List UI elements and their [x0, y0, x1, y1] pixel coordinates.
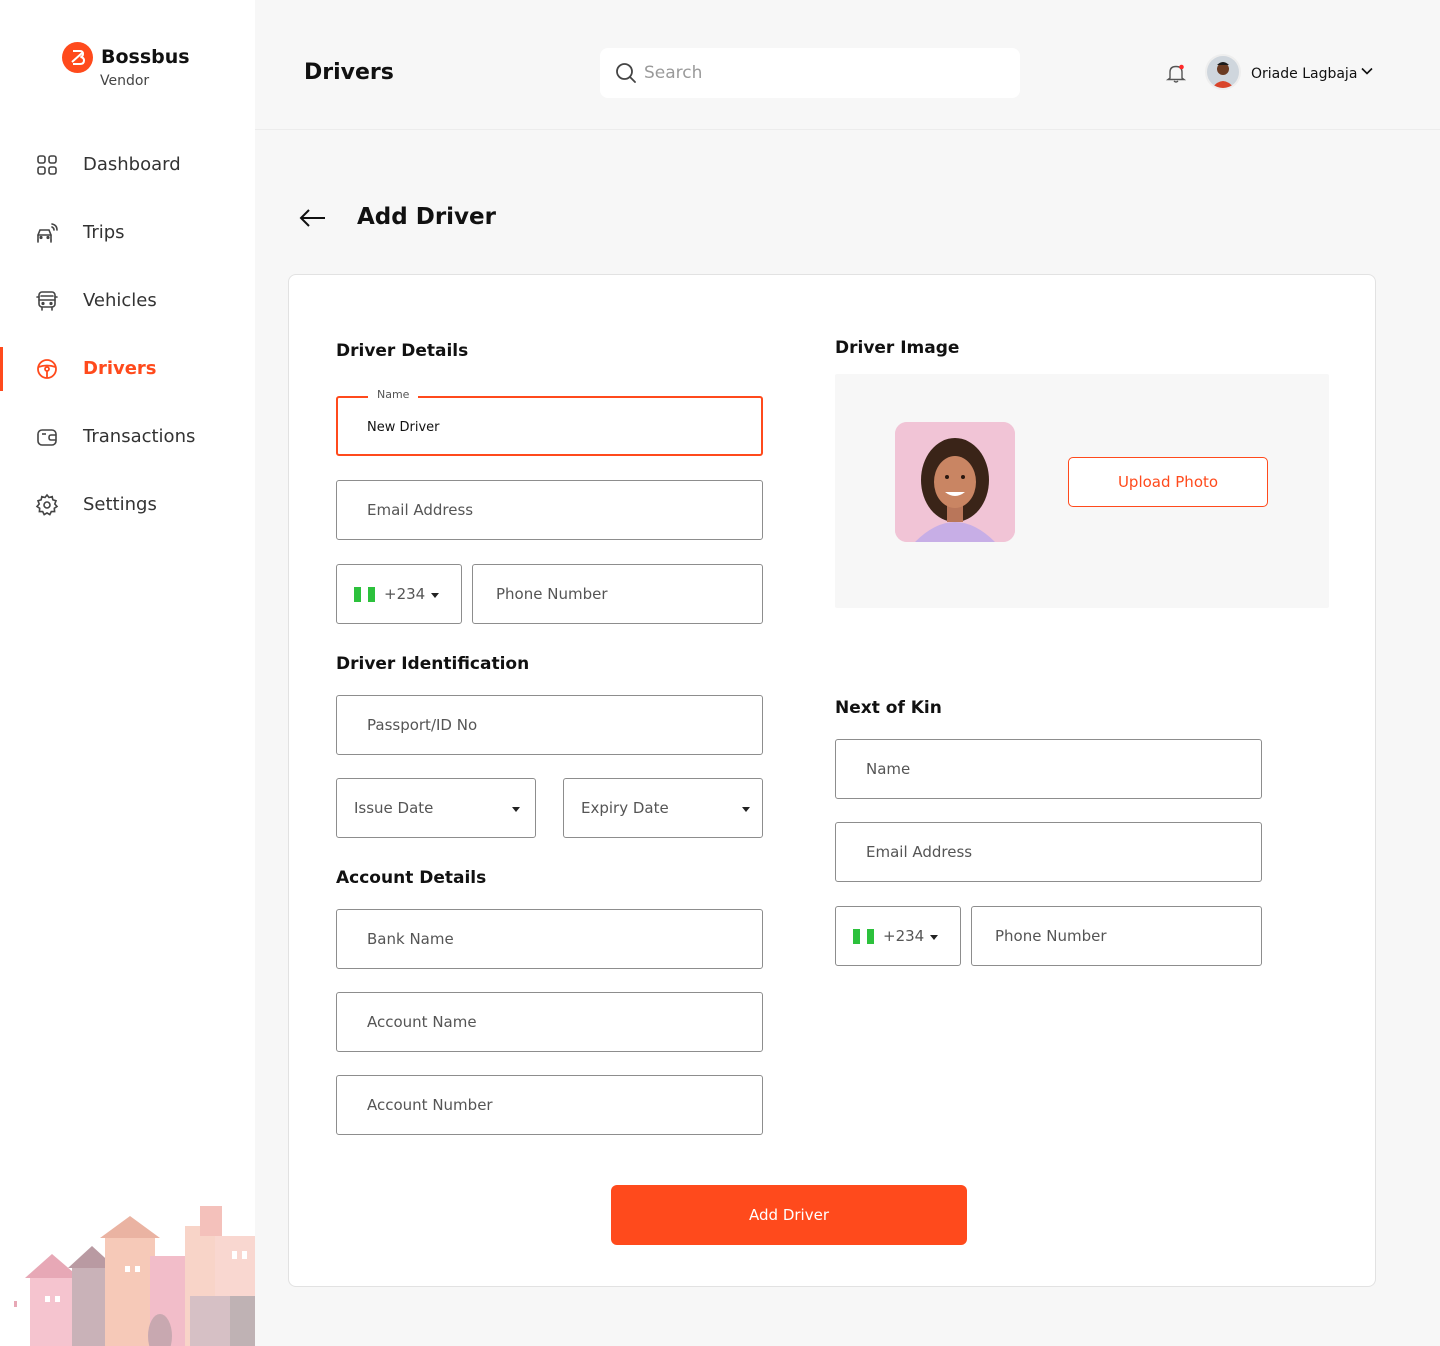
back-arrow-icon[interactable]: [298, 206, 328, 230]
driver-email-field[interactable]: [336, 480, 763, 540]
city-illustration: [14, 1206, 255, 1346]
bossbus-logo-icon: [62, 42, 93, 73]
sidebar-item-dashboard[interactable]: Dashboard: [0, 141, 255, 189]
issue-date-select[interactable]: Issue Date: [336, 778, 536, 838]
driver-phone-input[interactable]: [496, 565, 745, 623]
sidebar-item-label: Drivers: [83, 358, 157, 379]
driver-name-input[interactable]: [367, 408, 750, 446]
driver-image-title: Driver Image: [835, 338, 960, 358]
country-code-text: +234: [883, 927, 925, 945]
sidebar-item-transactions[interactable]: Transactions: [0, 413, 255, 461]
next-of-kin-title: Next of Kin: [835, 698, 942, 718]
kin-email-input[interactable]: [866, 823, 1251, 881]
bank-name-input[interactable]: [367, 910, 752, 968]
account-name-input[interactable]: [367, 993, 752, 1051]
driver-details-title: Driver Details: [336, 341, 469, 361]
caret-down-icon: [742, 807, 750, 812]
account-details-title: Account Details: [336, 868, 487, 888]
caret-down-icon: [431, 593, 439, 598]
expiry-date-text: Expiry Date: [581, 799, 669, 817]
add-driver-form: Driver Details Name +234 Driver Identifi…: [288, 274, 1376, 1287]
page-title: Drivers: [304, 60, 394, 85]
search-icon: [616, 63, 636, 83]
country-code-text: +234: [384, 585, 426, 603]
driver-name-field[interactable]: Name: [336, 388, 763, 456]
upload-photo-button[interactable]: Upload Photo: [1068, 457, 1268, 507]
passport-field[interactable]: [336, 695, 763, 755]
account-number-field[interactable]: [336, 1075, 763, 1135]
kin-phone-input[interactable]: [995, 907, 1244, 965]
kin-name-input[interactable]: [866, 740, 1251, 798]
sidebar-item-label: Vehicles: [83, 290, 157, 311]
sidebar-item-vehicles[interactable]: Vehicles: [0, 277, 255, 325]
kin-email-field[interactable]: [835, 822, 1262, 882]
account-name-field[interactable]: [336, 992, 763, 1052]
brand-subtitle: Vendor: [100, 73, 150, 89]
add-driver-heading: Add Driver: [357, 204, 496, 230]
brand-name: Bossbus: [101, 46, 190, 68]
driver-photo: [895, 422, 1015, 542]
driver-country-code-select[interactable]: +234: [336, 564, 462, 624]
driver-email-input[interactable]: [367, 481, 752, 539]
search-bar[interactable]: [600, 48, 1020, 98]
steering-wheel-icon: [37, 359, 57, 379]
search-input[interactable]: [644, 56, 1004, 90]
sidebar-item-label: Settings: [83, 494, 157, 515]
sidebar-item-label: Dashboard: [83, 154, 181, 175]
top-header: Drivers Oriade Lagbaja: [255, 0, 1440, 130]
issue-date-text: Issue Date: [354, 799, 434, 817]
name-floating-label: Name: [368, 388, 419, 401]
user-name[interactable]: Oriade Lagbaja: [1251, 66, 1357, 82]
kin-phone-field[interactable]: [971, 906, 1262, 966]
kin-name-field[interactable]: [835, 739, 1262, 799]
passport-input[interactable]: [367, 696, 752, 754]
sidebar: Bossbus Vendor Dashboard Trips Vehicles …: [0, 0, 255, 1346]
nigeria-flag-icon: [354, 587, 376, 602]
caret-down-icon: [512, 807, 520, 812]
driver-phone-field[interactable]: [472, 564, 763, 624]
sidebar-item-trips[interactable]: Trips: [0, 209, 255, 257]
gear-icon: [35, 493, 59, 516]
driver-image-panel: Upload Photo: [835, 374, 1329, 608]
kin-country-code-select[interactable]: +234: [835, 906, 961, 966]
user-avatar[interactable]: [1205, 54, 1241, 90]
sidebar-item-label: Transactions: [83, 426, 196, 447]
chevron-down-icon[interactable]: [1360, 64, 1374, 78]
sidebar-item-settings[interactable]: Settings: [0, 481, 255, 529]
bus-icon: [36, 291, 58, 311]
notification-bell-icon[interactable]: [1165, 62, 1187, 84]
add-driver-button[interactable]: Add Driver: [611, 1185, 967, 1245]
caret-down-icon: [930, 935, 938, 940]
grid-icon: [37, 155, 57, 175]
car-signal-icon: [37, 223, 58, 243]
expiry-date-select[interactable]: Expiry Date: [563, 778, 763, 838]
sidebar-item-drivers[interactable]: Drivers: [0, 345, 255, 393]
wallet-icon: [37, 429, 57, 446]
nigeria-flag-icon: [853, 929, 875, 944]
account-number-input[interactable]: [367, 1076, 752, 1134]
sidebar-item-label: Trips: [83, 222, 125, 243]
bank-name-field[interactable]: [336, 909, 763, 969]
driver-identification-title: Driver Identification: [336, 654, 530, 674]
